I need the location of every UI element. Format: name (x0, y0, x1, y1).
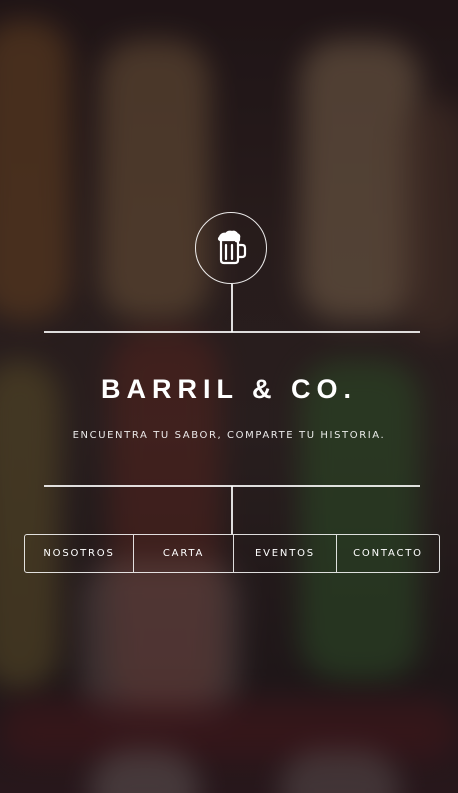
connector-line-bottom (231, 486, 233, 534)
logo-badge (195, 212, 267, 284)
divider-line-top (44, 331, 420, 333)
nav-item-carta[interactable]: CARTA (133, 535, 233, 572)
nav-item-eventos[interactable]: EVENTOS (233, 535, 336, 572)
nav-item-contacto[interactable]: CONTACTO (336, 535, 439, 572)
brand-tagline: ENCUENTRA TU SABOR, COMPARTE TU HISTORIA… (72, 430, 386, 441)
brand-title: BARRIL & CO. (100, 374, 357, 404)
connector-line-top (231, 284, 233, 332)
main-nav: NOSOTROS CARTA EVENTOS CONTACTO (24, 534, 440, 573)
beer-mug-icon (217, 230, 247, 265)
nav-item-nosotros[interactable]: NOSOTROS (25, 535, 133, 572)
